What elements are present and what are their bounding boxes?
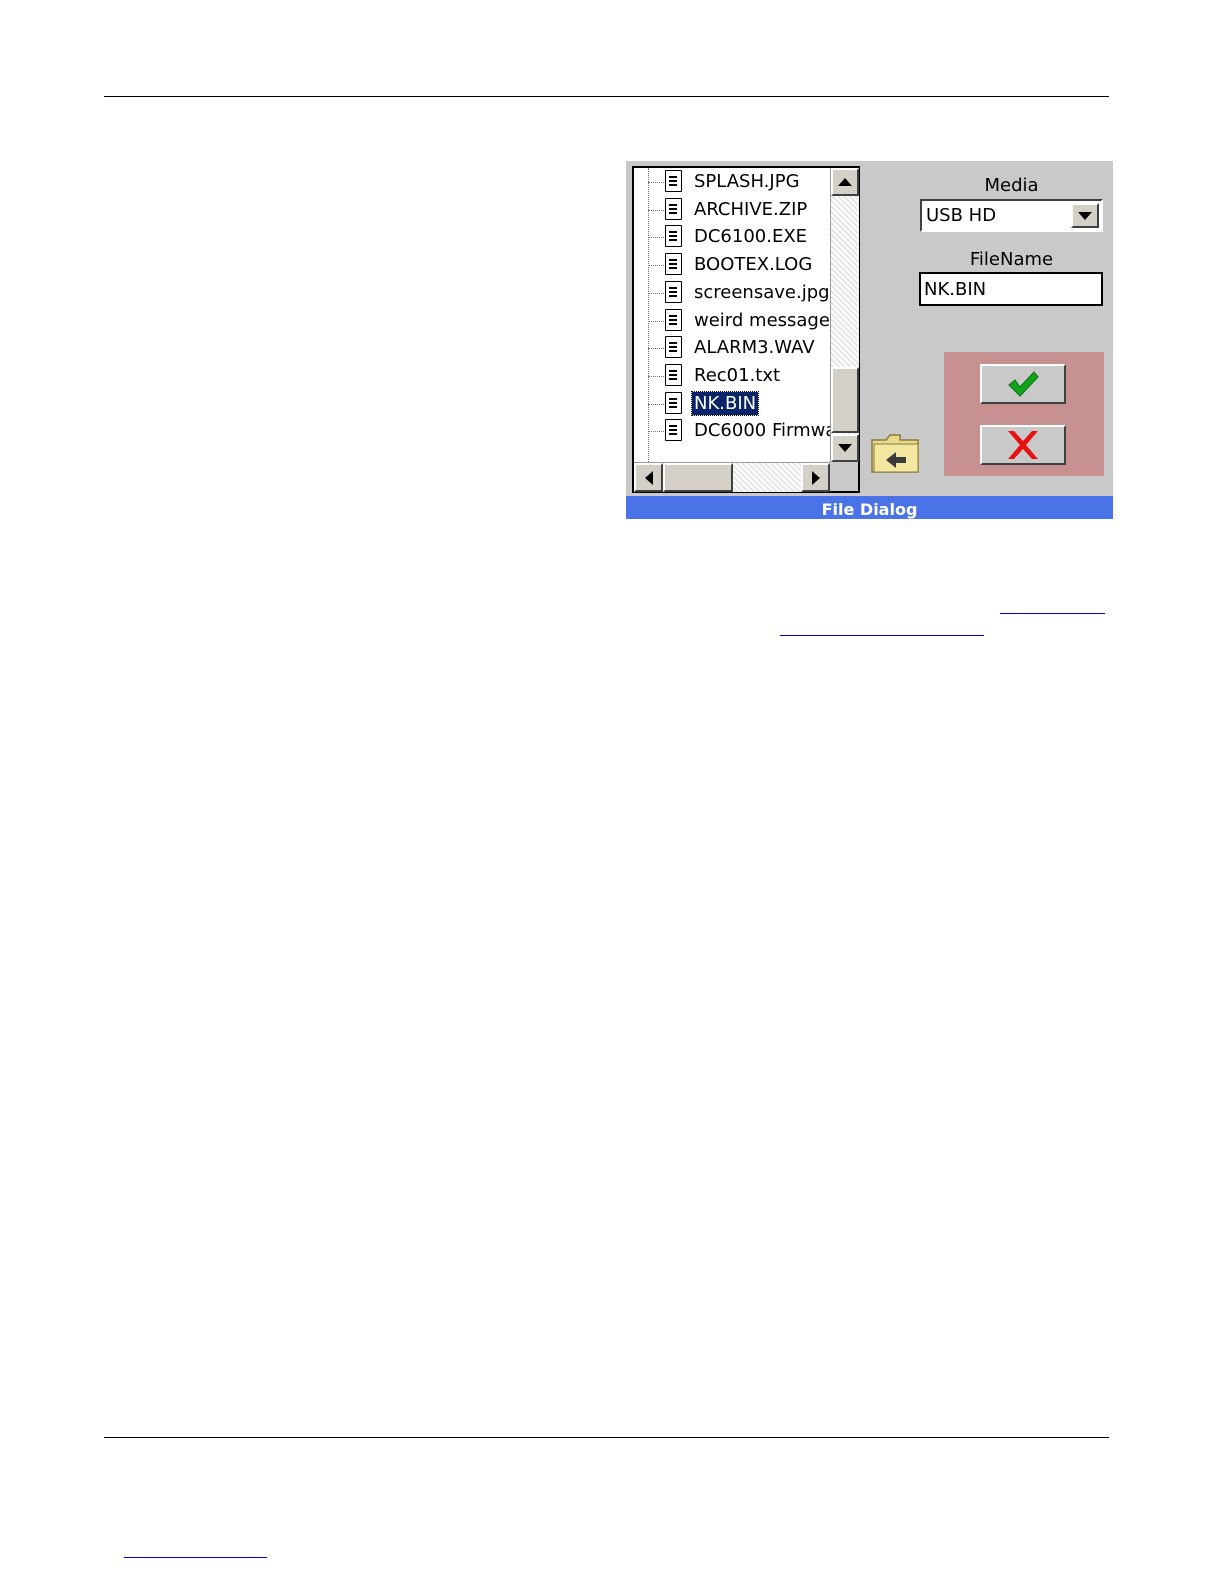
link-underline[interactable]: [780, 635, 984, 636]
arrow-left-icon: [644, 470, 653, 485]
file-list-item[interactable]: ALARM3.WAV: [634, 334, 830, 362]
scrollbar-corner: [830, 462, 858, 491]
file-list-item[interactable]: screensave.jpg: [634, 279, 830, 307]
dialog-title-bar: File Dialog: [626, 496, 1113, 519]
file-name-label: BOOTEX.LOG: [694, 254, 813, 276]
file-list[interactable]: SPLASH.JPG ARCHIVE.ZIP DC6100.EXE BOOTEX.LO…: [632, 166, 860, 493]
document-icon: [665, 225, 682, 248]
document-icon: [665, 170, 682, 192]
media-select-value: USB HD: [926, 205, 997, 226]
link-underline[interactable]: [124, 1557, 267, 1558]
file-name-label: SPLASH.JPG: [694, 171, 800, 192]
file-name-label: DC6000 Firmwa: [694, 420, 830, 442]
file-list-item[interactable]: weird message.: [634, 307, 830, 335]
tree-line: [648, 431, 666, 433]
arrow-right-icon: [811, 470, 820, 485]
file-name-label: ARCHIVE.ZIP: [694, 198, 808, 220]
arrow-down-icon: [838, 444, 852, 452]
scroll-up-button[interactable]: [831, 168, 859, 196]
document-icon: [665, 419, 682, 442]
file-list-item[interactable]: ARCHIVE.ZIP: [634, 196, 830, 224]
document-icon: [665, 197, 682, 220]
file-name-label: NK.BIN: [690, 390, 760, 416]
tree-line: [648, 265, 666, 267]
tree-line: [648, 209, 666, 211]
action-panel: [944, 352, 1104, 476]
tree-line: [648, 182, 666, 183]
vertical-scrollbar[interactable]: [830, 168, 859, 462]
file-list-item[interactable]: DC6000 Firmwa: [634, 417, 830, 445]
tree-line: [648, 320, 666, 322]
tree-line: [648, 348, 666, 350]
document-icon: [665, 308, 682, 331]
file-name-label: screensave.jpg: [694, 281, 830, 303]
file-dialog: SPLASH.JPG ARCHIVE.ZIP DC6100.EXE BOOTEX.LO…: [626, 161, 1113, 519]
checkmark-icon: [1008, 371, 1039, 397]
chevron-down-icon: [1078, 211, 1092, 220]
tree-line: [648, 375, 666, 377]
tree-line: [648, 403, 666, 405]
file-name-label: DC6100.EXE: [694, 226, 808, 248]
document-icon: [665, 363, 682, 386]
document-icon: [665, 253, 682, 276]
file-list-items: SPLASH.JPG ARCHIVE.ZIP DC6100.EXE BOOTEX.LO…: [634, 168, 830, 462]
filename-input[interactable]: [919, 272, 1103, 306]
cancel-button[interactable]: [980, 425, 1066, 465]
media-select[interactable]: USB HD: [920, 199, 1103, 232]
scroll-down-button[interactable]: [831, 434, 859, 462]
x-cross-icon: [1008, 431, 1038, 459]
tree-line: [648, 237, 666, 239]
file-list-item[interactable]: SPLASH.JPG: [634, 168, 830, 196]
document-icon: [665, 336, 682, 359]
file-name-label: weird message.: [694, 309, 830, 331]
vertical-scroll-thumb[interactable]: [831, 367, 859, 433]
media-dropdown-button[interactable]: [1071, 203, 1099, 228]
link-underline[interactable]: [1000, 613, 1105, 614]
file-name-label: Rec01.txt: [694, 364, 781, 386]
horizontal-scroll-thumb[interactable]: [663, 463, 733, 492]
file-list-item[interactable]: BOOTEX.LOG: [634, 251, 830, 279]
file-list-item[interactable]: Rec01.txt: [634, 362, 830, 390]
file-list-item[interactable]: NK.BIN: [634, 390, 830, 418]
filename-label: FileName: [969, 249, 1054, 270]
scroll-right-button[interactable]: [801, 463, 830, 492]
arrow-up-icon: [838, 178, 852, 186]
header-rule: [104, 96, 1109, 97]
file-list-item[interactable]: DC6100.EXE: [634, 223, 830, 251]
document-icon: [665, 280, 682, 303]
horizontal-scrollbar[interactable]: [634, 462, 830, 492]
scroll-left-button[interactable]: [634, 463, 663, 492]
document-icon: [665, 391, 682, 414]
media-label: Media: [984, 175, 1039, 196]
ok-button[interactable]: [980, 364, 1066, 404]
file-name-label: ALARM3.WAV: [694, 337, 815, 359]
folder-up-icon: [871, 434, 919, 473]
tree-line: [648, 292, 666, 294]
up-folder-button[interactable]: [870, 432, 922, 476]
footer-rule: [104, 1437, 1109, 1438]
